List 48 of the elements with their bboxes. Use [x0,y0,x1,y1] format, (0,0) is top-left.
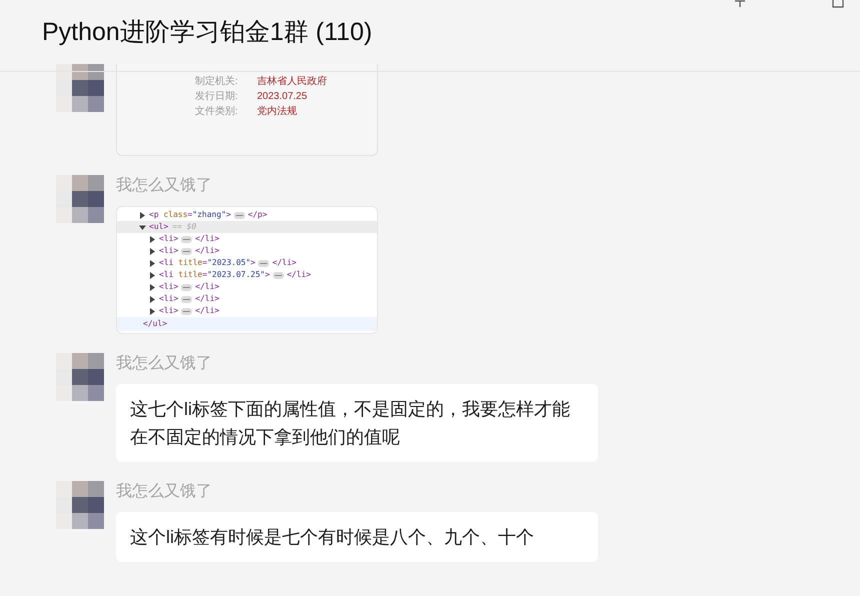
code-text: </li> [195,233,220,245]
window-icon[interactable] [832,0,844,8]
code-text: </li> [272,257,296,269]
field-value: 吉林省人民政府 [257,76,327,88]
code-text: <li> [159,293,178,305]
code-screenshot[interactable]: <p class="zhang"> </p> <ul> == $0 <li> </li> <li> </li> <li title="2023.05"> </li> <li title="2023.07.25"> </li> <li> </li> <li> </li> <li> </li> </ul> [116,206,378,334]
window-title: Python进阶学习铂金1群 (110) [42,16,372,48]
message-bubble: 这七个li标签下面的属性值，不是固定的，我要怎样才能在不固定的情况下拿到他们的值呢 [116,384,598,462]
pixelated-avatar [56,481,104,529]
pixelated-avatar [56,353,104,401]
code-text: <p class="zhang"> [149,209,231,221]
ellipsis-icon[interactable] [181,296,192,302]
ellipsis-icon[interactable] [181,248,192,254]
code-text: <li> [159,245,178,257]
field-label: 文件类别: [195,106,239,118]
caret-right-icon[interactable] [139,212,146,218]
document-screenshot[interactable]: 制定机关: 吉林省人民政府 发行日期: 2023.07.25 文件类别: 党内法规 [116,64,378,156]
sender-name: 我怎么又饿了 [116,482,212,502]
code-text: <li> [159,305,178,317]
code-text: <li title="2023.07.25"> [159,269,270,281]
code-text: </li> [195,281,220,293]
field-value: 党内法规 [257,106,297,118]
code-note: == $0 [172,221,196,233]
code-text: </ul> [143,318,168,330]
sender-name: 我怎么又饿了 [116,176,212,196]
code-text: </li> [195,245,220,257]
code-text: </li> [195,305,220,317]
code-text: </li> [195,293,220,305]
ellipsis-icon[interactable] [181,284,192,290]
code-text: </p> [248,209,268,221]
code-text: <li title="2023.05"> [159,257,256,269]
code-text: </li> [286,269,311,281]
field-value: 2023.07.25 [257,91,308,103]
ellipsis-icon[interactable] [181,308,192,314]
pin-icon[interactable] [734,0,746,7]
message-bubble: 这个li标签有时候是七个有时候是八个、九个、十个 [116,512,598,562]
ellipsis-icon[interactable] [234,212,245,218]
pixelated-avatar [56,175,104,223]
ellipsis-icon[interactable] [181,236,192,242]
ellipsis-icon[interactable] [272,272,284,278]
code-text: <li> [159,281,178,293]
sender-name: 我怎么又饿了 [116,354,212,374]
ellipsis-icon[interactable] [258,260,270,266]
field-label: 制定机关: [195,76,239,88]
caret-down-icon[interactable] [139,224,146,230]
field-label: 发行日期: [195,91,239,103]
code-text: <ul> [149,221,168,233]
code-text: <li> [159,233,178,245]
